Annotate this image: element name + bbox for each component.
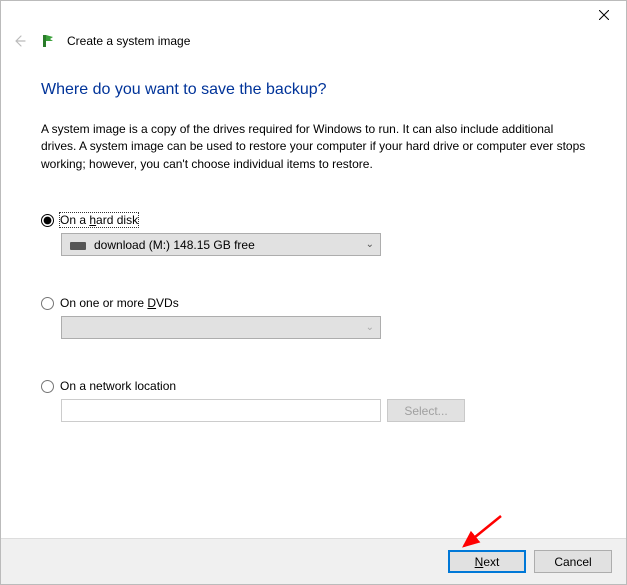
network-location-input <box>61 399 381 422</box>
select-button: Select... <box>387 399 465 422</box>
radio-dvds-label[interactable]: On one or more DVDs <box>60 296 179 310</box>
radio-network-label[interactable]: On a network location <box>60 379 176 393</box>
titlebar <box>1 1 626 29</box>
chevron-down-icon: ⌄ <box>366 239 374 250</box>
page-heading: Where do you want to save the backup? <box>41 81 586 99</box>
back-button <box>9 31 29 51</box>
system-image-icon <box>39 32 57 50</box>
option-hard-disk: On a hard disk download (M:) 148.15 GB f… <box>41 213 586 256</box>
next-button[interactable]: Next <box>448 550 526 573</box>
header-row: Create a system image <box>1 29 626 63</box>
cancel-button[interactable]: Cancel <box>534 550 612 573</box>
footer-bar: Next Cancel <box>1 538 626 584</box>
description-text: A system image is a copy of the drives r… <box>41 121 586 173</box>
radio-hard-disk-label[interactable]: On a hard disk <box>60 213 138 227</box>
option-network: On a network location Select... <box>41 379 586 422</box>
drive-icon <box>70 242 86 250</box>
radio-dvds[interactable] <box>41 297 54 310</box>
radio-network[interactable] <box>41 380 54 393</box>
option-dvds: On one or more DVDs ⌄ <box>41 296 586 339</box>
close-button[interactable] <box>581 1 626 29</box>
close-icon <box>599 10 609 20</box>
content-area: Where do you want to save the backup? A … <box>1 63 626 422</box>
selected-drive-label: download (M:) 148.15 GB free <box>94 238 255 252</box>
back-arrow-icon <box>10 32 28 50</box>
radio-hard-disk[interactable] <box>41 214 54 227</box>
hard-disk-dropdown[interactable]: download (M:) 148.15 GB free ⌄ <box>61 233 381 256</box>
dvd-dropdown: ⌄ <box>61 316 381 339</box>
window-title: Create a system image <box>67 34 190 48</box>
chevron-down-icon: ⌄ <box>366 322 374 333</box>
